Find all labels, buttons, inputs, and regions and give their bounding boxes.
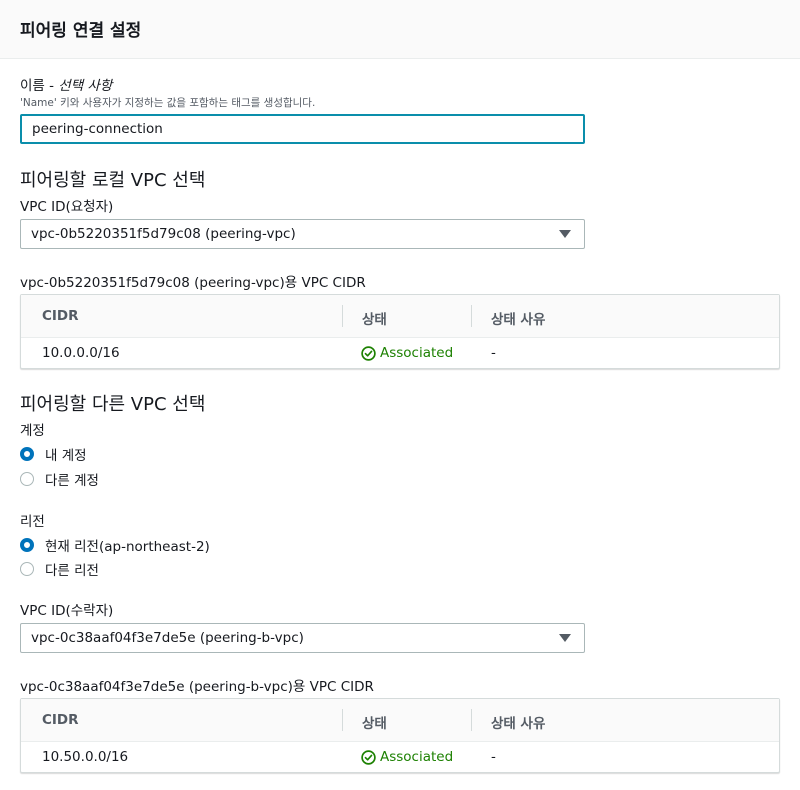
caret-down-icon: [559, 634, 571, 642]
accepter-vpc-value: vpc-0c38aaf04f3e7de5e (peering-b-vpc): [31, 630, 304, 646]
accepter-vpc-label: VPC ID(수락자): [20, 603, 114, 619]
status-text: Associated: [380, 749, 454, 765]
reason-cell: -: [491, 749, 496, 765]
name-label: 이름 - 선택 사항: [20, 74, 112, 94]
table-header: CIDR 상태 상태 사유: [21, 295, 779, 338]
cidr-cell: 10.0.0.0/16: [42, 345, 120, 361]
requester-cidr-table: CIDR 상태 상태 사유 10.0.0.0/16 Associated -: [20, 294, 780, 369]
radio-button[interactable]: [20, 472, 34, 486]
radio-label: 현재 리전(ap-northeast-2): [45, 539, 210, 555]
column-header-status: 상태: [362, 716, 387, 732]
status-cell: Associated: [361, 345, 453, 361]
cidr-cell: 10.50.0.0/16: [42, 749, 129, 765]
page-title: 피어링 연결 설정: [20, 21, 142, 41]
caret-down-icon: [559, 230, 571, 238]
region-label: 리전: [20, 514, 45, 530]
column-divider: [342, 709, 343, 731]
check-circle-icon: [361, 345, 376, 361]
page-header: 피어링 연결 설정: [0, 0, 800, 59]
radio-label: 내 계정: [45, 448, 87, 464]
requester-cidr-caption: vpc-0b5220351f5d79c08 (peering-vpc)용 VPC…: [20, 275, 366, 291]
column-divider: [471, 709, 472, 731]
requester-vpc-value: vpc-0b5220351f5d79c08 (peering-vpc): [31, 226, 296, 242]
name-input[interactable]: [20, 114, 585, 144]
account-label: 계정: [20, 423, 45, 439]
radio-current-region[interactable]: 현재 리전(ap-northeast-2): [20, 535, 210, 555]
accepter-vpc-select[interactable]: vpc-0c38aaf04f3e7de5e (peering-b-vpc): [20, 623, 585, 653]
radio-label: 다른 리전: [45, 563, 99, 579]
status-text: Associated: [380, 345, 454, 361]
check-circle-icon: [361, 749, 376, 765]
column-header-reason: 상태 사유: [491, 716, 546, 732]
column-header-reason: 상태 사유: [491, 312, 546, 328]
radio-other-region[interactable]: 다른 리전: [20, 559, 99, 579]
requester-vpc-select[interactable]: vpc-0b5220351f5d79c08 (peering-vpc): [20, 219, 585, 249]
radio-my-account[interactable]: 내 계정: [20, 444, 87, 464]
local-vpc-section-title: 피어링할 로컬 VPC 선택: [20, 170, 206, 191]
table-header: CIDR 상태 상태 사유: [21, 699, 779, 742]
column-header-cidr: CIDR: [42, 712, 79, 728]
column-divider: [342, 305, 343, 327]
table-row: 10.50.0.0/16 Associated -: [21, 742, 779, 772]
accepter-cidr-table: CIDR 상태 상태 사유 10.50.0.0/16 Associated -: [20, 698, 780, 773]
column-header-cidr: CIDR: [42, 308, 79, 324]
radio-button[interactable]: [20, 538, 34, 552]
other-vpc-section-title: 피어링할 다른 VPC 선택: [20, 394, 206, 415]
name-label-optional: 선택 사항: [58, 78, 113, 94]
status-cell: Associated: [361, 749, 453, 765]
radio-label: 다른 계정: [45, 473, 99, 489]
radio-button[interactable]: [20, 562, 34, 576]
name-hint: 'Name' 키와 사용자가 지정하는 값을 포함하는 태그를 생성합니다.: [20, 97, 316, 109]
requester-vpc-label: VPC ID(요청자): [20, 199, 114, 215]
name-label-text: 이름 -: [20, 78, 59, 94]
reason-cell: -: [491, 345, 496, 361]
table-row: 10.0.0.0/16 Associated -: [21, 338, 779, 368]
radio-other-account[interactable]: 다른 계정: [20, 469, 99, 489]
column-header-status: 상태: [362, 312, 387, 328]
accepter-cidr-caption: vpc-0c38aaf04f3e7de5e (peering-b-vpc)용 V…: [20, 679, 374, 695]
radio-button[interactable]: [20, 447, 34, 461]
column-divider: [471, 305, 472, 327]
